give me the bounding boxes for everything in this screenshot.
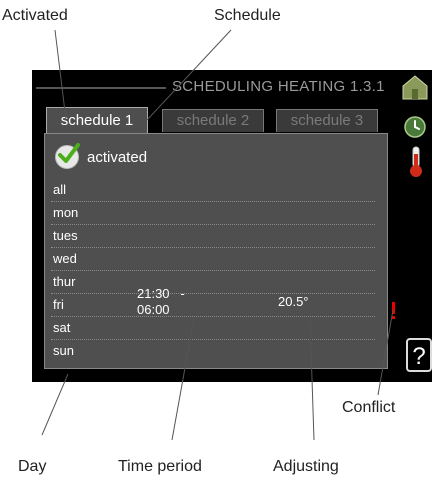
leader-day — [41, 373, 69, 436]
callout-lines — [41, 29, 394, 441]
leader-adjusting — [309, 317, 315, 441]
leader-schedule — [146, 29, 232, 121]
leader-conflict — [377, 309, 394, 396]
leader-activated — [54, 29, 67, 121]
leader-time-period — [171, 317, 195, 441]
